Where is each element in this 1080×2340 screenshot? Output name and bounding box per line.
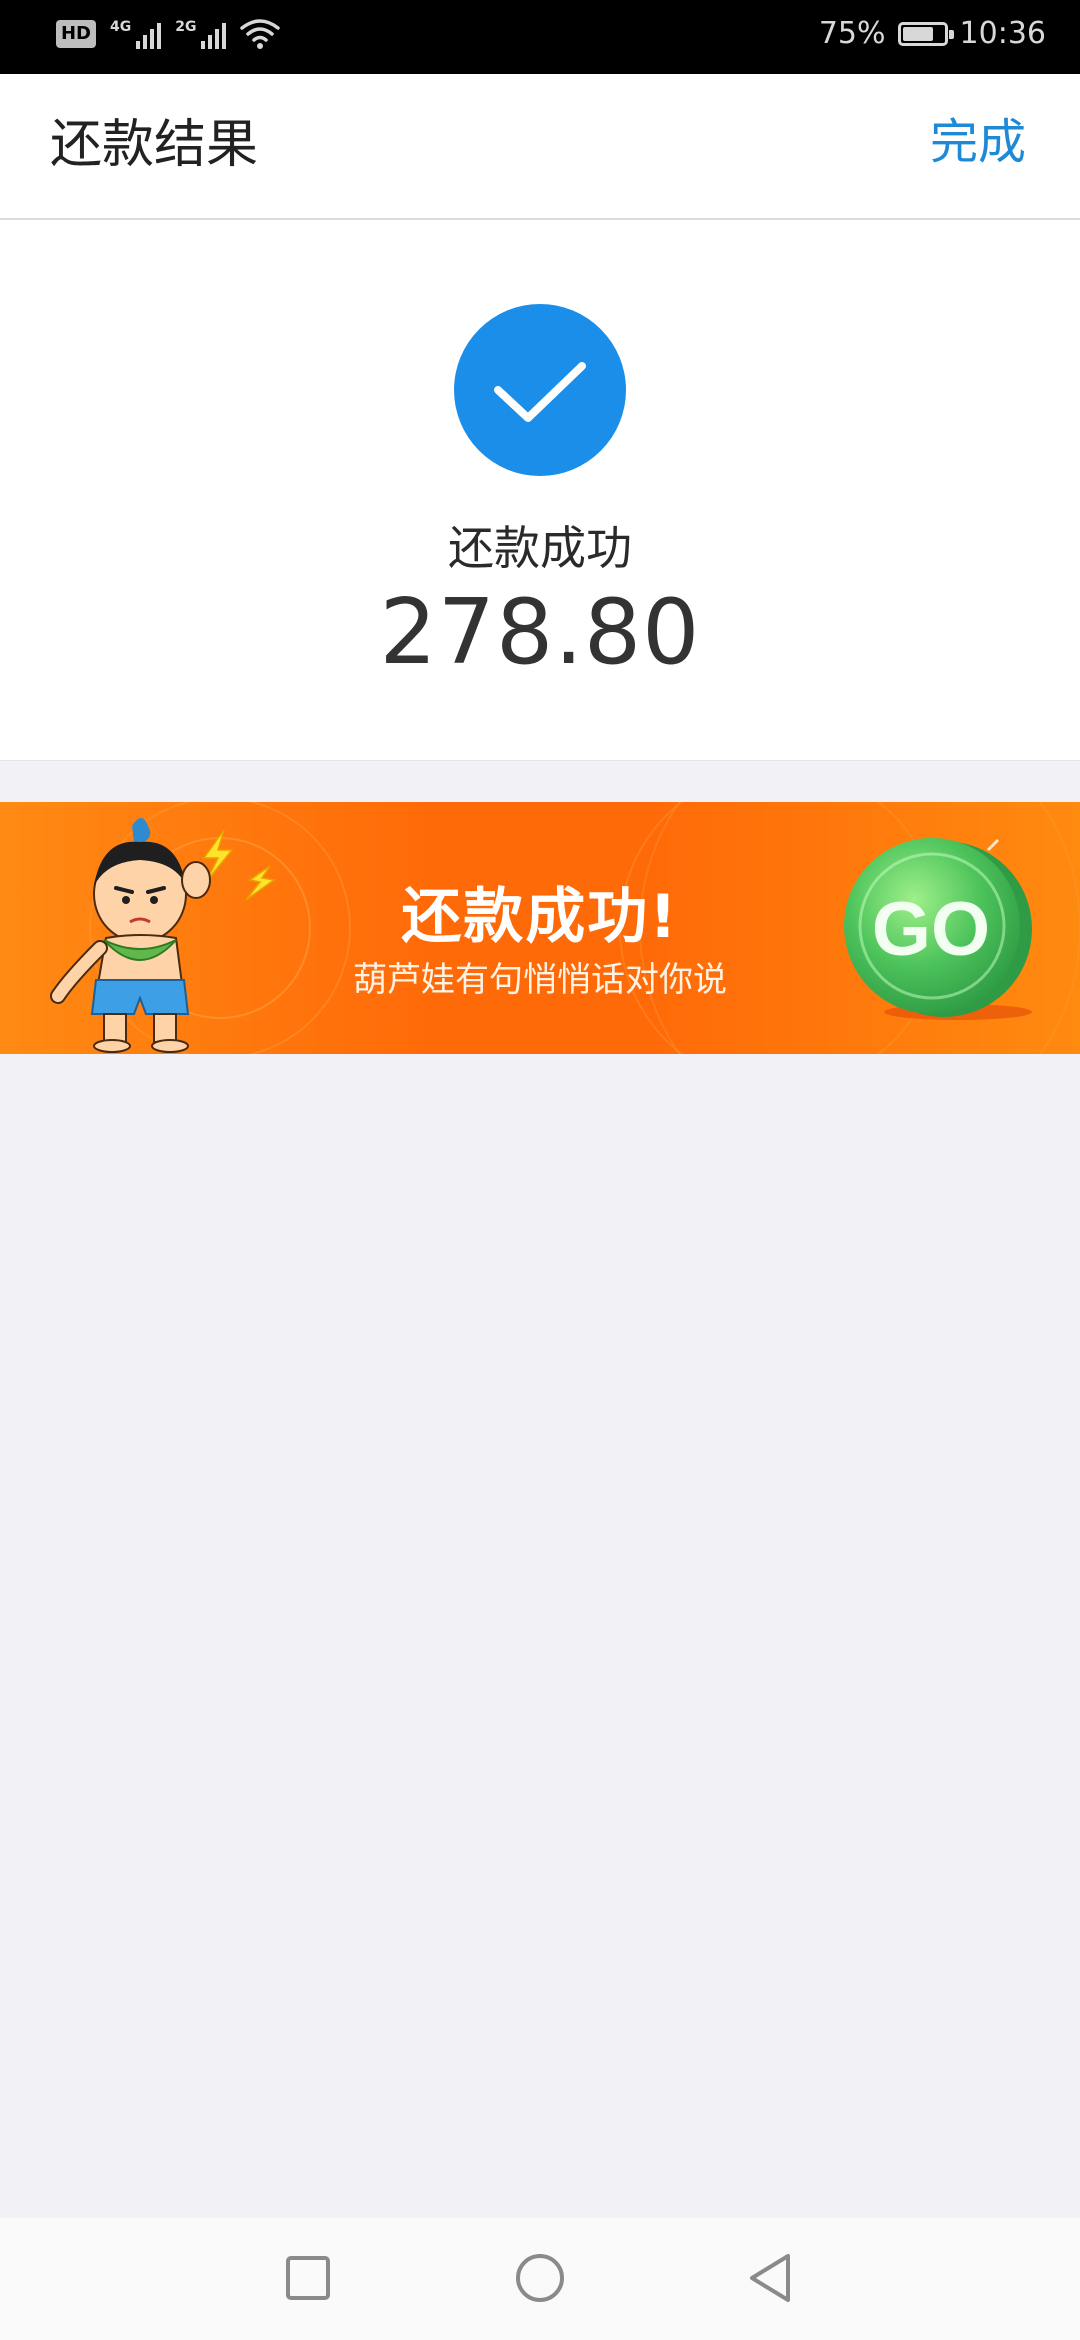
recent-apps-icon — [286, 2256, 330, 2300]
status-left: HD 4G 2G — [56, 18, 281, 50]
go-button[interactable] — [838, 836, 1034, 1022]
promo-banner[interactable]: 还款成功! 葫芦娃有句悄悄话对你说 GO — [0, 802, 1080, 1054]
battery-percent: 75% — [818, 16, 886, 51]
wifi-icon — [240, 19, 281, 49]
system-nav-bar — [0, 2218, 1080, 2340]
home-button[interactable] — [510, 2248, 570, 2308]
sim1-signal-icon: 4G — [110, 19, 162, 49]
clock: 10:36 — [959, 16, 1046, 51]
done-button[interactable]: 完成 — [930, 114, 1026, 172]
check-icon — [494, 362, 586, 422]
repayment-amount: 278.80 — [379, 580, 701, 685]
sim1-network-type: 4G — [110, 19, 132, 35]
hd-icon: HD — [56, 20, 96, 48]
app-header: 还款结果 完成 — [0, 74, 1080, 220]
result-status-text: 还款成功 — [448, 521, 632, 575]
sim2-network-type: 2G — [175, 19, 197, 35]
banner-title: 还款成功! — [401, 882, 679, 952]
success-badge — [454, 304, 626, 476]
mascot-illustration — [50, 818, 276, 1053]
page-title: 还款结果 — [50, 115, 259, 175]
back-button[interactable] — [742, 2248, 802, 2308]
battery-icon — [897, 21, 954, 46]
status-right: 75% 10:36 — [819, 16, 1046, 51]
sim2-signal-icon: 2G — [175, 19, 227, 49]
recent-apps-button[interactable] — [278, 2248, 338, 2308]
status-bar: HD 4G 2G 75% 10:36 — [0, 0, 1080, 74]
back-icon — [750, 2254, 790, 2302]
banner-subtitle: 葫芦娃有句悄悄话对你说 — [353, 960, 727, 1000]
result-card: 还款成功 278.80 — [0, 220, 1080, 761]
battery-level — [902, 26, 933, 41]
home-icon — [516, 2254, 564, 2302]
